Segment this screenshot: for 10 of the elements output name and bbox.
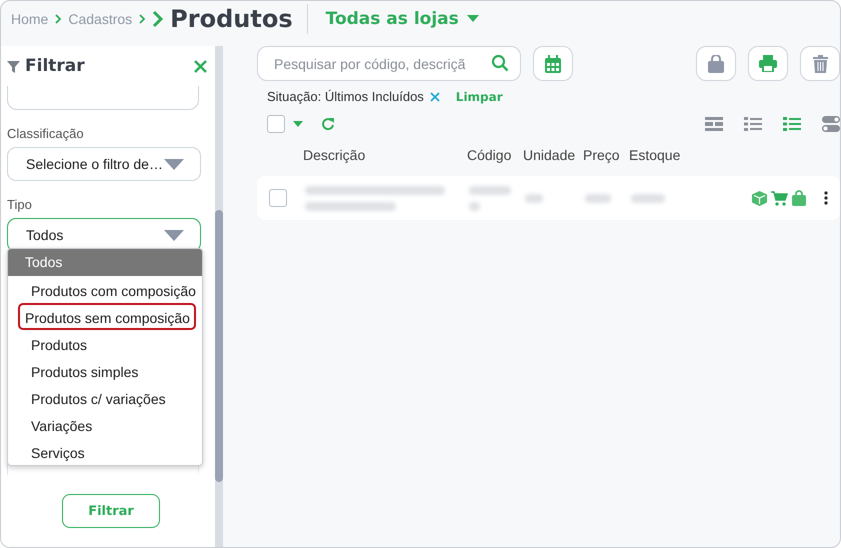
- column-header: Preço: [583, 147, 621, 163]
- field-label: Tipo: [7, 197, 33, 212]
- column-header: Descrição: [303, 147, 366, 163]
- filter-tag: Situação: Últimos Incluídos: [267, 89, 424, 104]
- column-header: Estoque: [629, 147, 682, 163]
- field-label: Classificação: [7, 126, 85, 141]
- page-title: Produtos: [170, 5, 293, 33]
- panel-title: Filtrar: [25, 56, 85, 76]
- column-header: Unidade: [523, 147, 576, 163]
- column-header: Código: [467, 147, 512, 163]
